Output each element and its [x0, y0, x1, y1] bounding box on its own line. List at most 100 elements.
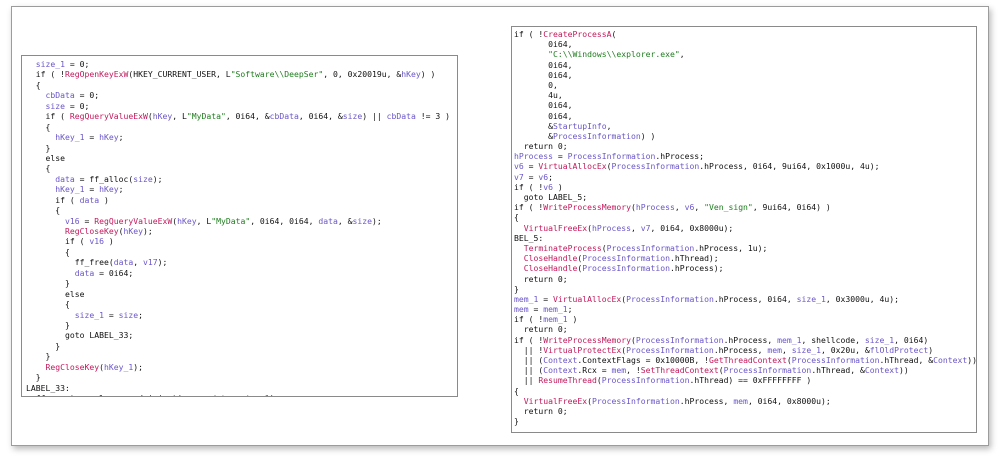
code-line[interactable]: return 0;	[514, 324, 976, 334]
variable-token[interactable]: size_1	[240, 393, 269, 396]
code-line[interactable]: "C:\\Windows\\explorer.exe",	[514, 49, 976, 59]
variable-token[interactable]: ProcessInformation	[626, 294, 714, 304]
variable-token[interactable]: Context	[933, 355, 967, 365]
code-line[interactable]: goto LABEL_5;	[514, 192, 976, 202]
code-line[interactable]: &StartupInfo,	[514, 121, 976, 131]
code-line[interactable]: mem_1 = VirtualAllocEx(ProcessInformatio…	[514, 294, 976, 304]
variable-token[interactable]: v6	[543, 182, 553, 192]
variable-token[interactable]: ProcessInformation	[626, 345, 714, 355]
variable-token[interactable]: v7	[514, 172, 524, 182]
code-line[interactable]: 0i64,	[514, 70, 976, 80]
variable-token[interactable]: v6	[538, 172, 548, 182]
variable-token[interactable]: ProcessInformation	[582, 253, 670, 263]
variable-token[interactable]: ProcessInformation	[553, 131, 641, 141]
code-line[interactable]: return 0;	[514, 141, 976, 151]
variable-token[interactable]: size_1	[75, 310, 104, 320]
code-line[interactable]: ff_create_explorer_and_inject(some, data…	[26, 393, 457, 396]
code-line[interactable]: LABEL_33:	[26, 383, 457, 393]
code-line[interactable]: }	[514, 416, 976, 426]
variable-token[interactable]: ProcessInformation	[792, 355, 880, 365]
variable-token[interactable]: data	[211, 393, 231, 396]
variable-token[interactable]: ProcessInformation	[568, 151, 656, 161]
variable-token[interactable]: flOldProtect	[870, 345, 928, 355]
variable-token[interactable]: ProcessInformation	[611, 161, 699, 171]
variable-token[interactable]: hKey	[401, 69, 421, 79]
variable-token[interactable]: ProcessInformation	[724, 365, 812, 375]
variable-token[interactable]: v6	[514, 161, 524, 171]
variable-token[interactable]: data	[75, 268, 95, 278]
variable-token[interactable]: hKey	[99, 184, 119, 194]
pseudocode-panel-left[interactable]: size_1 = 0; if ( !RegOpenKeyExW(HKEY_CUR…	[21, 55, 458, 397]
variable-token[interactable]: hKey_1	[104, 362, 133, 372]
code-line[interactable]: {	[26, 163, 457, 173]
variable-token[interactable]: ProcessInformation	[582, 263, 670, 273]
function-token[interactable]: CloseHandle	[524, 253, 578, 263]
code-line[interactable]: CloseHandle(ProcessInformation.hProcess)…	[514, 263, 976, 273]
code-line[interactable]: data = ff_alloc(size);	[26, 174, 457, 184]
variable-token[interactable]: mem_1	[514, 294, 538, 304]
code-line[interactable]: if ( !CreateProcessA(	[514, 29, 976, 39]
function-token[interactable]: GetThreadContext	[709, 355, 787, 365]
function-token[interactable]: WriteProcessMemory	[543, 202, 631, 212]
code-line[interactable]: hKey_1 = hKey;	[26, 184, 457, 194]
function-token[interactable]: RegQueryValueExW	[70, 111, 148, 121]
code-line[interactable]: if ( !mem_1 )	[514, 314, 976, 324]
variable-token[interactable]: v6	[685, 202, 695, 212]
code-line[interactable]: else	[26, 153, 457, 163]
variable-token[interactable]: size	[119, 310, 139, 320]
variable-token[interactable]: mem_1	[543, 304, 567, 314]
code-line[interactable]: return 0;	[514, 406, 976, 416]
code-line[interactable]: {	[26, 122, 457, 132]
code-line[interactable]: return 0;	[514, 274, 976, 284]
variable-token[interactable]: mem_1	[543, 314, 567, 324]
variable-token[interactable]: size_1	[797, 294, 826, 304]
code-line[interactable]: size_1 = 0;	[26, 59, 457, 69]
code-line[interactable]: }	[26, 143, 457, 153]
variable-token[interactable]: mem	[767, 345, 782, 355]
function-token[interactable]: VirtualProtectEx	[543, 345, 621, 355]
code-line[interactable]: BEL_5:	[514, 233, 976, 243]
variable-token[interactable]: ProcessInformation	[607, 243, 695, 253]
code-line[interactable]: {	[26, 299, 457, 309]
code-line[interactable]: hKey_1 = hKey;	[26, 132, 457, 142]
variable-token[interactable]: Context	[543, 365, 577, 375]
code-line[interactable]: mem = mem_1;	[514, 304, 976, 314]
code-line[interactable]: || !VirtualProtectEx(ProcessInformation.…	[514, 345, 976, 355]
variable-token[interactable]: hKey_1	[55, 132, 84, 142]
code-line[interactable]: v7 = v6;	[514, 172, 976, 182]
code-line[interactable]: size = 0;	[26, 101, 457, 111]
variable-token[interactable]: hKey_1	[55, 184, 84, 194]
variable-token[interactable]: Context	[543, 355, 577, 365]
variable-token[interactable]: mem_1	[777, 335, 801, 345]
variable-token[interactable]: cbData	[46, 90, 75, 100]
variable-token[interactable]: v17	[143, 257, 158, 267]
variable-token[interactable]: hProcess	[592, 223, 631, 233]
function-token[interactable]: VirtualFreeEx	[524, 396, 587, 406]
variable-token[interactable]: v7	[641, 223, 651, 233]
variable-token[interactable]: ProcessInformation	[592, 396, 680, 406]
code-line[interactable]: || (Context.ContextFlags = 0x10000B, !Ge…	[514, 355, 976, 365]
function-token[interactable]: RegCloseKey	[46, 362, 100, 372]
code-line[interactable]: VirtualFreeEx(hProcess, v7, 0i64, 0x8000…	[514, 223, 976, 233]
code-line[interactable]: {	[514, 212, 976, 222]
variable-token[interactable]: v16	[65, 216, 80, 226]
code-line[interactable]: {	[514, 386, 976, 396]
variable-token[interactable]: hKey	[153, 111, 173, 121]
code-line[interactable]: }	[26, 372, 457, 382]
variable-token[interactable]: size_1	[36, 59, 65, 69]
function-token[interactable]: CloseHandle	[524, 263, 578, 273]
function-token[interactable]: VirtualAllocEx	[538, 161, 606, 171]
code-line[interactable]: 0,	[514, 80, 976, 90]
code-line[interactable]: RegCloseKey(hKey);	[26, 226, 457, 236]
code-line[interactable]: ff_free(data, v17);	[26, 257, 457, 267]
variable-token[interactable]: hKey	[123, 226, 143, 236]
function-token[interactable]: RegQueryValueExW	[94, 216, 172, 226]
code-line[interactable]: 0i64,	[514, 111, 976, 121]
code-line[interactable]: VirtualFreeEx(ProcessInformation.hProces…	[514, 396, 976, 406]
code-line[interactable]: if ( !v6 )	[514, 182, 976, 192]
code-line[interactable]: 4u,	[514, 90, 976, 100]
variable-token[interactable]: mem	[733, 396, 748, 406]
function-token[interactable]: ResumeThread	[538, 375, 596, 385]
code-line[interactable]: 0i64,	[514, 60, 976, 70]
code-line[interactable]: v6 = VirtualAllocEx(ProcessInformation.h…	[514, 161, 976, 171]
